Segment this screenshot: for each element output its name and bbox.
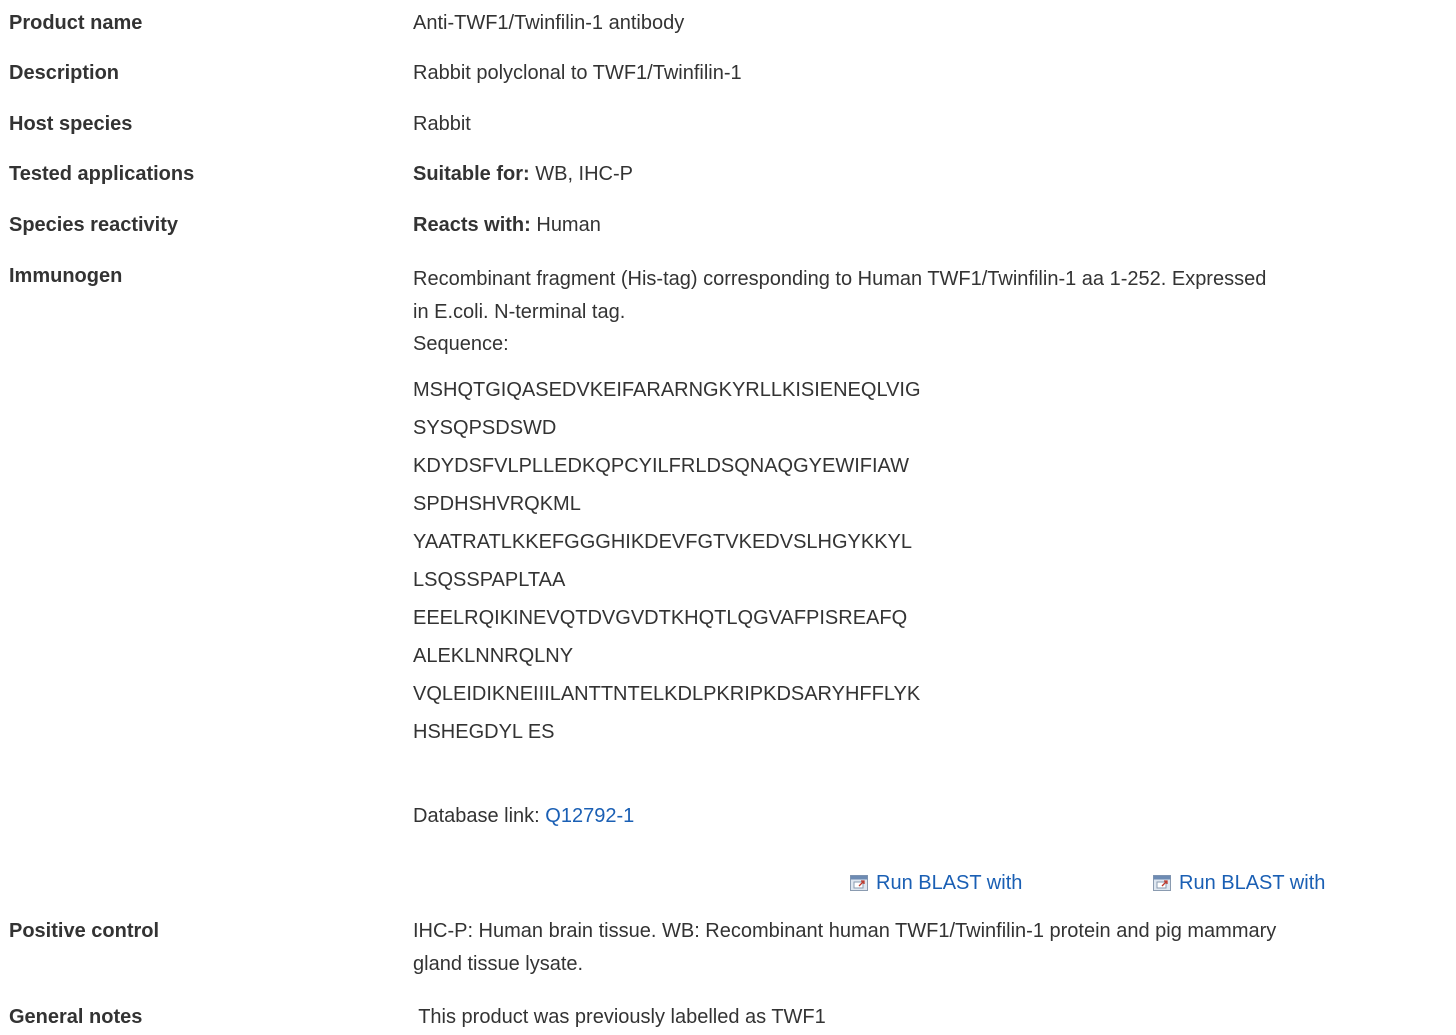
immunogen-label: Immunogen <box>9 265 123 287</box>
sequence-line: VQLEIDIKNEIIILANTTNTELKDLPKRIPKDSARYHFFL… <box>413 683 921 705</box>
external-window-icon <box>1153 875 1171 891</box>
database-link-line: Database link: Q12792-1 <box>413 801 1448 831</box>
sequence-line: SYSQPSDSWD <box>413 417 557 439</box>
run-blast-label-2[interactable]: Run BLAST with <box>1179 868 1325 898</box>
sequence-line: SPDHSHVRQKML <box>413 493 581 515</box>
run-blast-label-1[interactable]: Run BLAST with <box>876 868 1022 898</box>
product-name-value: Anti-TWF1/Twinfilin-1 antibody <box>413 12 685 34</box>
immunogen-line-2: in E.coli. N-terminal tag. <box>413 301 626 323</box>
sequence-line: KDYDSFVLPLLEDKQPCYILFRLDSQNAQGYEWIFIAW <box>413 455 910 477</box>
run-blast-link-2[interactable]: Run BLAST with <box>1153 868 1325 898</box>
tested-applications-value: Suitable for: WB, IHC-P <box>413 159 1448 189</box>
sequence-line: LSQSSPAPLTAA <box>413 569 566 591</box>
host-species-label: Host species <box>9 113 133 135</box>
positive-control-value: IHC-P: Human brain tissue. WB: Recombina… <box>413 916 1448 982</box>
positive-control-line-2: gland tissue lysate. <box>413 953 584 975</box>
description-value: Rabbit polyclonal to TWF1/Twinfilin-1 <box>413 62 742 84</box>
immunogen-value: Recombinant fragment (His-tag) correspon… <box>413 261 1448 831</box>
sequence-line: MSHQTGIQASEDVKEIFARARNGKYRLLKISIENEQLVIG <box>413 379 921 401</box>
sequence-line: ALEKLNNRQLNY <box>413 645 574 667</box>
sequence-block: MSHQTGIQASEDVKEIFARARNGKYRLLKISIENEQLVIG… <box>413 371 1448 751</box>
positive-control-label: Positive control <box>9 920 160 942</box>
run-blast-link-1[interactable]: Run BLAST with <box>850 868 1022 898</box>
immunogen-line-1: Recombinant fragment (His-tag) correspon… <box>413 268 1267 290</box>
reacts-with-text: Human <box>530 214 601 236</box>
general-notes-value: This product was previously labelled as … <box>413 1006 826 1028</box>
sequence-line: YAATRATLKKEFGGGHIKDEVFGTVKEDVSLHGYKKYL <box>413 531 913 553</box>
tested-applications-label: Tested applications <box>9 163 195 185</box>
species-reactivity-value: Reacts with: Human <box>413 210 1448 240</box>
suitable-for-text: WB, IHC-P <box>529 163 634 185</box>
description-label: Description <box>9 62 120 84</box>
general-notes-label: General notes <box>9 1006 143 1028</box>
host-species-value: Rabbit <box>413 113 471 135</box>
suitable-for-prefix: Suitable for: <box>413 163 530 185</box>
species-reactivity-label: Species reactivity <box>9 214 178 236</box>
database-link-label: Database link: <box>413 805 546 827</box>
external-window-icon <box>850 875 868 891</box>
reacts-with-prefix: Reacts with: <box>413 214 531 236</box>
sequence-line: EEELRQIKINEVQTDVGVDTKHQTLQGVAFPISREAFQ <box>413 607 908 629</box>
positive-control-line-1: IHC-P: Human brain tissue. WB: Recombina… <box>413 920 1277 942</box>
sequence-line: HSHEGDYL ES <box>413 721 555 743</box>
sequence-label: Sequence: <box>413 333 509 355</box>
database-link[interactable]: Q12792-1 <box>545 805 634 827</box>
product-name-label: Product name <box>9 12 143 34</box>
